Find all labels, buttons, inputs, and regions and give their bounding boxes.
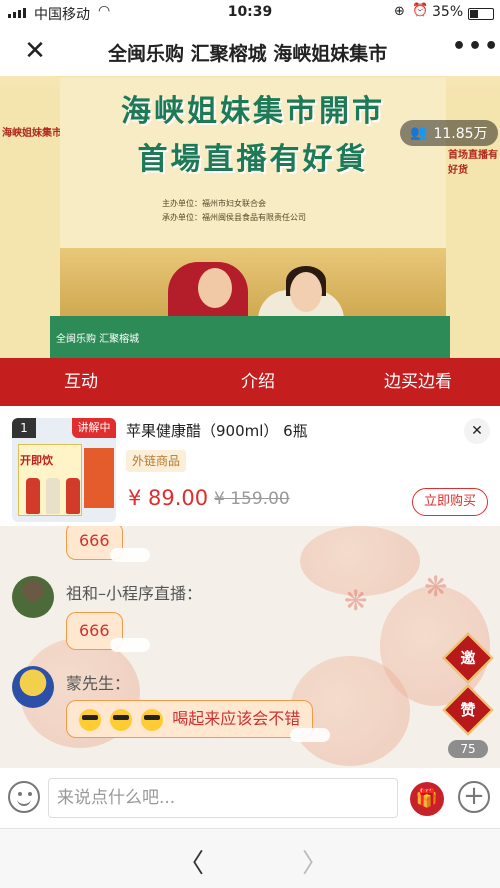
cool-emoji-icon xyxy=(110,708,133,731)
browser-nav: 〈 〉 xyxy=(0,828,500,888)
sponsor-line-1: 主办单位：福州市妇女联合会 xyxy=(162,199,266,208)
side-poster-right-text: 首场直播有好货 xyxy=(448,150,498,176)
page-title: 全闽乐购 汇聚榕城 海峡姐妹集市 xyxy=(108,43,388,65)
external-link-tag: 外链商品 xyxy=(126,450,187,472)
cloud-decoration xyxy=(290,728,330,742)
people-icon: 👥 xyxy=(410,125,428,141)
buy-now-button[interactable]: 立即购买 xyxy=(412,488,488,516)
emoji-icon[interactable] xyxy=(8,781,40,813)
live-video[interactable]: 海峡姐妹集市开市 首场直播有好货 海峡姐妹集市開市 首場直播有好貨 主办单位：福… xyxy=(0,76,500,358)
rotation-lock-icon: ⊕ xyxy=(394,4,405,19)
product-bottle xyxy=(66,478,80,514)
chat-area[interactable]: ❋ ❋ 666 祖和–小程序直播： 666 蒙先生： 喝起来应该会不错 邀 赞 xyxy=(0,526,500,768)
product-price: ¥ 89.00 xyxy=(128,486,209,510)
chat-username: 蒙先生： xyxy=(66,674,131,693)
product-box xyxy=(84,448,114,508)
original-price: ¥ 159.00 xyxy=(214,489,290,509)
viewer-count-badge: 👥 11.85万 xyxy=(400,120,498,146)
product-index: 1 xyxy=(12,418,36,438)
back-arrow-icon[interactable]: 〈 xyxy=(178,843,204,880)
stage-table-text: 全闽乐购 汇聚榕城 xyxy=(56,334,140,345)
tab-interaction[interactable]: 互动 xyxy=(0,358,193,406)
like-label: 赞 xyxy=(460,701,476,719)
cloud-decoration xyxy=(110,548,150,562)
cool-emoji-icon xyxy=(79,708,101,731)
product-bottle xyxy=(46,478,60,514)
knot-decoration: ❋ xyxy=(424,570,448,603)
status-bar: 中国移动 ◠ 10:39 ⊕ ⏰ 35% xyxy=(0,0,500,26)
chat-message-text: 喝起来应该会不错 xyxy=(172,709,301,728)
plus-icon[interactable]: + xyxy=(458,781,490,813)
avatar[interactable] xyxy=(12,666,54,708)
product-name: 苹果健康醋（900ml） 6瓶 xyxy=(126,422,308,440)
video-headline-1: 海峡姐妹集市開市 xyxy=(121,94,385,129)
chat-message-text: 666 xyxy=(79,621,110,640)
host-2-head xyxy=(290,272,322,312)
product-package-text: 开即饮 xyxy=(20,454,53,467)
knot-decoration: ❋ xyxy=(344,584,368,617)
forward-arrow-icon[interactable]: 〉 xyxy=(302,843,328,880)
host-1-head xyxy=(198,268,232,308)
cloud-decoration xyxy=(110,638,150,652)
explaining-badge: 讲解中 xyxy=(72,418,116,438)
alarm-icon: ⏰ xyxy=(412,3,429,18)
more-icon[interactable]: ••• xyxy=(452,34,500,59)
product-bottle xyxy=(26,478,40,514)
chat-username: 祖和–小程序直播： xyxy=(66,584,203,603)
nav-bar: ✕ 全闽乐购 汇聚榕城 海峡姐妹集市 ••• xyxy=(0,26,500,76)
tab-introduction[interactable]: 介绍 xyxy=(193,358,322,406)
viewer-count: 11.85万 xyxy=(433,126,488,142)
battery-icon xyxy=(468,8,494,20)
chat-message-text: 666 xyxy=(79,531,110,550)
product-card[interactable]: 开即饮 1 讲解中 苹果健康醋（900ml） 6瓶 外链商品 ¥ 89.00 ¥… xyxy=(0,406,500,526)
close-icon[interactable]: ✕ xyxy=(22,38,48,64)
sponsor-line-2: 承办单位：福州闽侯县食品有限责任公司 xyxy=(162,213,306,222)
gift-icon[interactable]: 🎁 xyxy=(410,782,444,816)
comment-input[interactable]: 来说点什么吧... xyxy=(48,778,398,818)
tab-bar: 互动 介绍 边买边看 xyxy=(0,358,500,406)
avatar[interactable] xyxy=(12,576,54,618)
tab-shop-while-watching[interactable]: 边买边看 xyxy=(323,358,500,406)
video-headline-2: 首場直播有好貨 xyxy=(137,142,369,177)
comment-bar: 来说点什么吧... 🎁 + xyxy=(0,768,500,828)
like-count-badge: 75 xyxy=(448,740,488,758)
battery-percent: 35% xyxy=(432,4,464,20)
chat-bubble: 喝起来应该会不错 xyxy=(66,700,314,738)
cool-emoji-icon xyxy=(141,708,164,731)
close-icon[interactable]: ✕ xyxy=(464,418,490,444)
invite-label: 邀 xyxy=(460,649,476,667)
product-thumbnail[interactable]: 开即饮 1 讲解中 xyxy=(12,418,116,522)
